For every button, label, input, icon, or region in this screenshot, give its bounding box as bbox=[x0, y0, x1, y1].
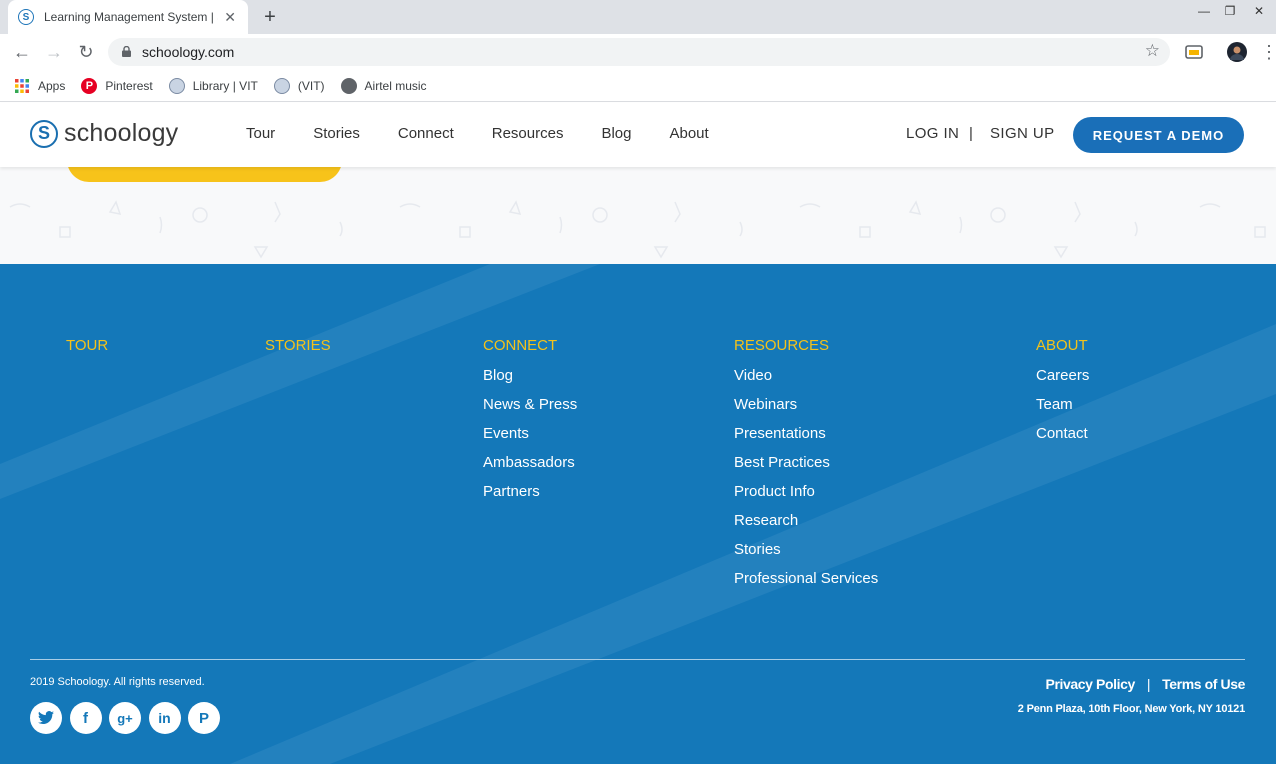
tab-close-icon[interactable]: ✕ bbox=[222, 9, 238, 26]
login-link[interactable]: LOG IN bbox=[906, 125, 959, 142]
site-header: S schoology Tour Stories Connect Resourc… bbox=[0, 103, 1276, 167]
forward-arrow-icon[interactable]: → bbox=[42, 40, 66, 64]
browser-tabstrip: S Learning Management System | Schoology… bbox=[0, 0, 1276, 34]
footer-link-careers[interactable]: Careers bbox=[1036, 367, 1089, 396]
footer-link-news-press[interactable]: News & Press bbox=[483, 396, 577, 425]
footer-link-best-practices[interactable]: Best Practices bbox=[734, 454, 878, 483]
lock-icon bbox=[122, 46, 131, 57]
linkedin-icon[interactable]: in bbox=[148, 702, 181, 734]
footer-divider bbox=[30, 659, 1245, 660]
footer-link-professional-services[interactable]: Professional Services bbox=[734, 570, 878, 599]
social-links: f g+ in P bbox=[30, 702, 228, 734]
footer-col-tour: TOUR bbox=[66, 337, 108, 367]
menu-kebab-icon[interactable]: ⋮ bbox=[1260, 40, 1276, 64]
address-bar[interactable]: schoology.com ☆ bbox=[108, 38, 1170, 66]
footer-heading-resources[interactable]: RESOURCES bbox=[734, 337, 878, 355]
logo-text: schoology bbox=[64, 119, 179, 147]
schoology-logo-mark-icon: S bbox=[30, 119, 58, 148]
footer-link-contact[interactable]: Contact bbox=[1036, 425, 1089, 454]
reload-icon[interactable]: ↻ bbox=[74, 40, 98, 64]
nav-resources[interactable]: Resources bbox=[492, 125, 564, 142]
footer-heading-tour[interactable]: TOUR bbox=[66, 337, 108, 355]
bookmark-airtel-music[interactable]: Airtel music bbox=[340, 77, 427, 94]
cast-icon[interactable] bbox=[1184, 42, 1204, 62]
facebook-icon[interactable]: f bbox=[69, 702, 102, 734]
footer-link-partners[interactable]: Partners bbox=[483, 483, 577, 512]
restore-icon[interactable]: ❐ bbox=[1215, 0, 1245, 22]
address-text: 2 Penn Plaza, 10th Floor, New York, NY 1… bbox=[1017, 703, 1245, 715]
footer-link-product-info[interactable]: Product Info bbox=[734, 483, 878, 512]
bookmark-label: Pinterest bbox=[105, 78, 153, 93]
main-nav: Tour Stories Connect Resources Blog Abou… bbox=[246, 125, 747, 142]
header-separator: | bbox=[969, 125, 973, 142]
footer-link-presentations[interactable]: Presentations bbox=[734, 425, 878, 454]
apps-grid-icon bbox=[15, 78, 29, 93]
footer-link-ambassadors[interactable]: Ambassadors bbox=[483, 454, 577, 483]
bookmark-vit[interactable]: (VIT) bbox=[273, 77, 325, 94]
footer-col-stories: STORIES bbox=[265, 337, 331, 367]
footer-link-blog[interactable]: Blog bbox=[483, 367, 577, 396]
browser-tab-active[interactable]: S Learning Management System | Schoology… bbox=[8, 0, 248, 34]
tab-title: Learning Management System | Schoology bbox=[44, 10, 218, 24]
schoology-favicon-icon: S bbox=[18, 9, 34, 25]
footer-link-research[interactable]: Research bbox=[734, 512, 878, 541]
nav-blog[interactable]: Blog bbox=[601, 125, 631, 142]
footer-link-video[interactable]: Video bbox=[734, 367, 878, 396]
bookmark-label: Library | VIT bbox=[192, 78, 258, 93]
footer-link-stories[interactable]: Stories bbox=[734, 541, 878, 570]
vit-icon bbox=[273, 77, 290, 94]
pinterest-icon: P bbox=[81, 77, 98, 94]
terms-of-use-link[interactable]: Terms of Use bbox=[1162, 676, 1245, 692]
bookmark-library-vit[interactable]: Library | VIT bbox=[168, 77, 258, 94]
browser-toolbar: ← → ↻ schoology.com ☆ ⋮ bbox=[0, 34, 1276, 70]
request-demo-button[interactable]: REQUEST A DEMO bbox=[1073, 117, 1244, 153]
signup-link[interactable]: SIGN UP bbox=[990, 125, 1054, 142]
back-arrow-icon[interactable]: ← bbox=[10, 40, 34, 64]
footer-heading-connect[interactable]: CONNECT bbox=[483, 337, 577, 355]
legal-links: Privacy Policy | Terms of Use bbox=[1046, 676, 1246, 692]
bookmark-apps[interactable]: Apps bbox=[14, 78, 65, 94]
bookmark-pinterest[interactable]: P Pinterest bbox=[81, 77, 153, 94]
footer-link-team[interactable]: Team bbox=[1036, 396, 1089, 425]
globe-icon bbox=[340, 77, 357, 94]
footer-col-resources: RESOURCES Video Webinars Presentations B… bbox=[734, 337, 878, 599]
url-text: schoology.com bbox=[142, 44, 235, 60]
footer-link-webinars[interactable]: Webinars bbox=[734, 396, 878, 425]
nav-tour[interactable]: Tour bbox=[246, 125, 275, 142]
nav-about[interactable]: About bbox=[669, 125, 708, 142]
profile-avatar[interactable] bbox=[1227, 42, 1247, 62]
pattern-section bbox=[0, 167, 1276, 264]
pinterest-icon[interactable]: P bbox=[188, 702, 220, 734]
footer-col-connect: CONNECT Blog News & Press Events Ambassa… bbox=[483, 337, 577, 512]
bookmark-star-icon[interactable]: ☆ bbox=[1145, 41, 1160, 61]
schoology-logo[interactable]: S schoology bbox=[30, 119, 178, 148]
twitter-icon[interactable] bbox=[30, 702, 62, 734]
footer-col-about: ABOUT Careers Team Contact bbox=[1036, 337, 1089, 454]
new-tab-button[interactable]: + bbox=[258, 5, 282, 29]
nav-stories[interactable]: Stories bbox=[313, 125, 360, 142]
nav-connect[interactable]: Connect bbox=[398, 125, 454, 142]
legal-separator: | bbox=[1146, 676, 1151, 692]
decorative-pattern bbox=[9, 200, 1266, 259]
footer-heading-about[interactable]: ABOUT bbox=[1036, 337, 1089, 355]
footer-link-events[interactable]: Events bbox=[483, 425, 577, 454]
google-plus-icon[interactable]: g+ bbox=[109, 702, 141, 734]
close-window-icon[interactable]: ✕ bbox=[1244, 0, 1274, 22]
bookmarks-bar: Apps P Pinterest Library | VIT (VIT) Air… bbox=[0, 70, 1276, 102]
copyright-text: 2019 Schoology. All rights reserved. bbox=[30, 676, 205, 688]
privacy-policy-link[interactable]: Privacy Policy bbox=[1046, 676, 1136, 692]
bookmark-label: Apps bbox=[38, 78, 66, 93]
footer-heading-stories[interactable]: STORIES bbox=[265, 337, 331, 355]
site-footer: TOUR STORIES CONNECT Blog News & Press E… bbox=[0, 264, 1276, 764]
bookmark-label: (VIT) bbox=[297, 78, 325, 93]
bookmark-label: Airtel music bbox=[364, 78, 427, 93]
vit-icon bbox=[168, 77, 185, 94]
